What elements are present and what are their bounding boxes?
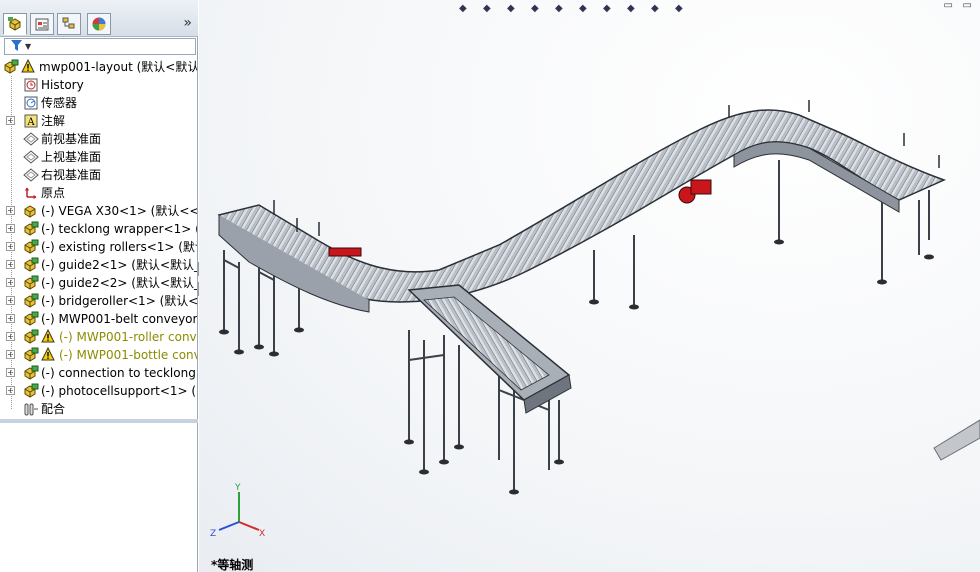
history-icon [23,77,39,93]
belt-conveyor-branch [407,284,572,414]
tree-item-label: 原点 [41,186,66,200]
tree-item-label: (-) guide2<2> (默认<默认_ [41,276,197,290]
svg-text:A: A [26,117,35,128]
plane-icon [23,167,39,183]
tree-item[interactable]: 上视基准面 [0,148,197,166]
tree-item[interactable]: + (-) guide2<1> (默认<默认_ [0,256,197,274]
tree-item[interactable]: + (-) MWP001-bottle conv [0,346,197,364]
plane-icon [23,131,39,147]
property-icon [35,18,49,31]
feature-tree-icon [8,17,21,31]
graphics-area[interactable]: ◆ ◆ ◆ ◆ ◆ ◆ ◆ ◆ ◆ ◆ ▭ ▭ Y X Z *等轴测 [199,0,980,572]
tree-item[interactable]: + (-) connection to tecklong [0,364,197,382]
mates-icon [23,401,39,417]
annotation-icon: A [23,113,39,129]
tree-item-label: History [41,78,84,92]
tree-item[interactable]: + (-) tecklong wrapper<1> ( [0,220,197,238]
stray-part [933,419,980,461]
tree-item-label: (-) photocellsupport<1> ( [41,384,197,398]
tree-item-label: (-) MWP001-bottle conv [59,348,197,362]
tree-item-label: (-) MWP001-roller conv [59,330,197,344]
tree-item-label: 注解 [41,114,66,128]
manager-tab-bar: » [0,0,198,37]
triad-x-label: X [259,529,265,539]
tree-item-label: (-) VEGA X30<1> (默认<<默 [41,204,197,218]
chevron-down-icon[interactable]: ▼ [25,42,31,51]
subassembly-icon [23,221,39,237]
subassembly-icon [23,257,39,273]
subassembly-icon [23,347,39,363]
configuration-manager-tab[interactable] [57,13,81,35]
view-orientation-name: *等轴测 [211,558,254,572]
filter-icon[interactable] [11,40,22,55]
tree-item[interactable]: + (-) photocellsupport<1> ( [0,382,197,400]
warning-icon [41,328,57,345]
tree-item-label: (-) bridgeroller<1> (默认< [41,294,197,308]
tree-item[interactable]: + (-) guide2<2> (默认<默认_ [0,274,197,292]
tree-item[interactable]: + A 注解 [0,112,197,130]
configuration-icon [62,17,75,29]
tree-item[interactable]: 原点 [0,184,197,202]
subassembly-icon [23,311,39,327]
tree-item[interactable]: 配合 [0,400,197,418]
tree-item-label: 右视基准面 [41,168,102,182]
tree-connector-line [11,76,12,409]
triad-y-label: Y [234,483,241,493]
tree-item-label: 前视基准面 [41,132,102,146]
more-tabs-button[interactable]: » [183,15,192,31]
tree-item-label: 传感器 [41,96,78,110]
display-manager-icon [92,17,106,31]
panel-divider [0,419,198,423]
assembly-icon [3,59,19,75]
tree-item-label: (-) tecklong wrapper<1> ( [41,222,197,236]
tree-item[interactable]: mwp001-layout (默认<默认 [0,58,197,76]
tree-item-label: 上视基准面 [41,150,102,164]
feature-manager-panel: » ▼ mwp001-layout (默认<默认 History 传感器 + A 注解 前视… [0,0,198,572]
tree-item-label: (-) existing rollers<1> (默认 [41,240,197,254]
tree-item[interactable]: + (-) bridgeroller<1> (默认< [0,292,197,310]
triad-z-label: Z [210,529,216,539]
subassembly-icon [23,293,39,309]
sensor-icon [23,95,39,111]
tree-item[interactable]: + (-) VEGA X30<1> (默认<<默 [0,202,197,220]
subassembly-icon [23,329,39,345]
part-icon [23,203,39,219]
tree-item[interactable]: + (-) MWP001-roller conv [0,328,197,346]
feature-manager-tab[interactable] [3,13,27,35]
tree-item-label: (-) MWP001-belt conveyor [41,312,197,326]
tree-item[interactable]: 右视基准面 [0,166,197,184]
tree-item-label: mwp001-layout (默认<默认 [39,60,197,74]
tree-item-label: (-) connection to tecklong [41,366,196,380]
tree-filter-bar[interactable]: ▼ [4,38,196,55]
tree-item[interactable]: + (-) existing rollers<1> (默认 [0,238,197,256]
triad-axes: Y X Z [210,483,265,539]
display-manager-tab[interactable] [87,13,111,35]
conveyor-model-view[interactable]: Y X Z [199,0,980,572]
tree-item[interactable]: 传感器 [0,94,197,112]
tree-item[interactable]: + (-) MWP001-belt conveyor [0,310,197,328]
subassembly-icon [23,365,39,381]
tree-item-label: (-) guide2<1> (默认<默认_ [41,258,197,272]
warning-icon [41,346,57,363]
subassembly-icon [23,275,39,291]
subassembly-icon [23,383,39,399]
property-manager-tab[interactable] [30,13,54,35]
warning-icon [21,58,37,75]
tree-item-label: 配合 [41,402,66,416]
plane-icon [23,149,39,165]
origin-icon [23,185,39,201]
subassembly-icon [23,239,39,255]
tree-item[interactable]: 前视基准面 [0,130,197,148]
tree-item[interactable]: History [0,76,197,94]
roller-conveyor-curve [217,109,947,313]
